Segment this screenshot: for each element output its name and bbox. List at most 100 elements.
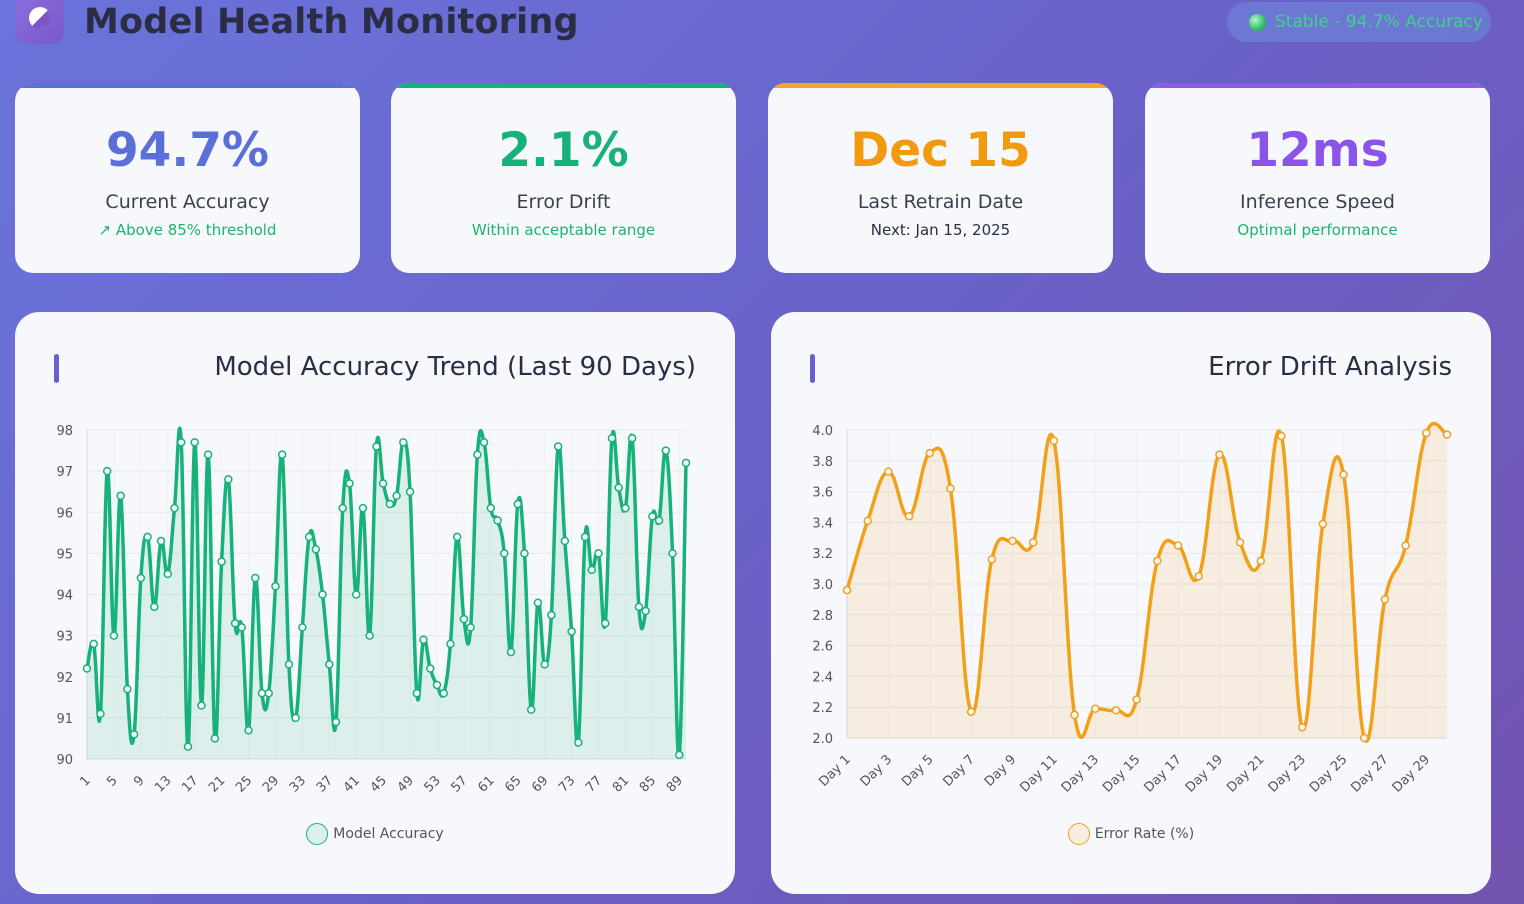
data-point bbox=[540, 660, 549, 669]
data-point bbox=[203, 450, 213, 459]
data-point bbox=[237, 623, 247, 632]
data-point bbox=[1422, 428, 1431, 438]
data-point bbox=[842, 585, 852, 595]
data-point bbox=[277, 450, 287, 459]
data-point bbox=[210, 734, 220, 743]
data-point bbox=[392, 491, 401, 501]
data-point bbox=[452, 532, 462, 542]
data-point bbox=[190, 438, 199, 447]
data-point bbox=[1277, 431, 1286, 441]
chart-legend[interactable]: Model Accuracy bbox=[15, 823, 735, 845]
x-tick-label: 73 bbox=[556, 773, 578, 795]
data-point bbox=[479, 438, 489, 447]
y-tick-label: 3.8 bbox=[812, 455, 833, 470]
page-title: Model Health Monitoring bbox=[84, 2, 579, 42]
x-tick-label: 9 bbox=[131, 773, 147, 789]
y-tick-label: 3.0 bbox=[812, 578, 833, 593]
x-tick-label: 53 bbox=[421, 773, 443, 795]
data-point bbox=[1111, 706, 1121, 715]
data-point bbox=[904, 511, 914, 521]
data-point bbox=[863, 516, 872, 526]
metric-subtext: Within acceptable range bbox=[471, 221, 656, 239]
legend-swatch bbox=[1067, 823, 1090, 845]
data-point bbox=[298, 623, 307, 632]
data-point bbox=[96, 709, 105, 719]
data-point bbox=[614, 483, 623, 492]
data-point bbox=[170, 503, 179, 513]
error-drift-chart[interactable]: 2.02.22.42.62.83.03.23.43.63.84.0Day 1 Da… bbox=[771, 312, 1491, 894]
data-point bbox=[459, 614, 469, 624]
y-tick-label: 94 bbox=[56, 589, 73, 604]
metric-value: 94.7% bbox=[105, 123, 270, 178]
data-point bbox=[82, 664, 92, 673]
y-tick-label: 92 bbox=[56, 671, 73, 686]
data-point bbox=[1028, 538, 1038, 547]
x-tick-label: Day 13 bbox=[1059, 752, 1102, 795]
y-tick-label: 2.4 bbox=[812, 670, 833, 685]
data-point bbox=[648, 512, 657, 521]
data-point bbox=[946, 484, 955, 493]
metric-subtext: ↗ Above 85% threshold bbox=[98, 221, 277, 239]
metric-card-retrain-date: Dec 15 Last Retrain Date Next: Jan 15, 2… bbox=[768, 83, 1113, 273]
data-point bbox=[1359, 733, 1369, 743]
data-point bbox=[567, 627, 576, 636]
data-point bbox=[493, 516, 502, 525]
data-point bbox=[641, 606, 650, 616]
data-point bbox=[513, 499, 522, 509]
accuracy-chart-panel: Model Accuracy Trend (Last 90 Days) 90 91… bbox=[15, 312, 735, 894]
data-point bbox=[533, 598, 543, 607]
data-point bbox=[150, 602, 159, 612]
y-tick-label: 2.8 bbox=[812, 609, 833, 624]
x-tick-label: 77 bbox=[583, 773, 605, 795]
data-point bbox=[560, 536, 570, 546]
data-point bbox=[345, 479, 354, 488]
y-tick-label: 96 bbox=[56, 506, 73, 521]
data-point bbox=[1091, 704, 1100, 713]
x-tick-label: 13 bbox=[152, 773, 174, 795]
card-top-bar bbox=[391, 83, 736, 88]
x-tick-label: 65 bbox=[502, 773, 524, 795]
data-point bbox=[1318, 519, 1328, 529]
status-text: Stable - 94.7% Accuracy bbox=[1275, 12, 1483, 32]
x-tick-label: Day 11 bbox=[1017, 752, 1060, 795]
legend-label: Model Accuracy bbox=[333, 826, 444, 842]
y-tick-label: 3.2 bbox=[812, 547, 833, 562]
metric-label: Inference Speed bbox=[1240, 191, 1395, 213]
data-point bbox=[1442, 430, 1452, 439]
chart-legend[interactable]: Error Rate (%) bbox=[771, 823, 1491, 845]
metric-label: Current Accuracy bbox=[105, 191, 270, 213]
data-point bbox=[425, 664, 435, 673]
series-area bbox=[847, 423, 1447, 742]
data-point bbox=[304, 532, 314, 542]
data-point bbox=[163, 569, 173, 579]
data-point bbox=[129, 730, 139, 739]
x-tick-label: 41 bbox=[341, 773, 363, 795]
x-tick-label: 21 bbox=[206, 773, 228, 795]
metric-value: 12ms bbox=[1246, 123, 1389, 178]
x-tick-label: Day 21 bbox=[1224, 752, 1267, 795]
data-point bbox=[600, 619, 610, 628]
y-tick-label: 3.6 bbox=[812, 486, 833, 501]
data-point bbox=[966, 707, 976, 717]
card-top-bar bbox=[15, 83, 360, 88]
half-circle-logo-icon bbox=[16, 0, 64, 44]
data-point bbox=[580, 532, 590, 542]
y-tick-label: 2.2 bbox=[812, 701, 833, 716]
metric-card-inference-speed: 12ms Inference Speed Optimal performance bbox=[1145, 83, 1490, 273]
x-tick-label: 45 bbox=[368, 773, 390, 795]
y-tick-label: 97 bbox=[56, 465, 73, 480]
metric-label: Error Drift bbox=[516, 191, 611, 213]
x-tick-label: 81 bbox=[610, 773, 632, 795]
x-tick-label: 5 bbox=[104, 773, 120, 789]
accuracy-chart[interactable]: 90 91 92 93 94 95 96 97 98 1 5 9 13 17 21 25 29 33 37 41 45 4… bbox=[15, 312, 735, 894]
data-point bbox=[547, 610, 556, 620]
status-badge: Stable - 94.7% Accuracy bbox=[1227, 2, 1491, 42]
status-dot-icon bbox=[1249, 13, 1266, 31]
x-tick-label: Day 29 bbox=[1390, 752, 1433, 795]
data-point bbox=[668, 549, 677, 558]
data-point bbox=[466, 623, 475, 632]
x-tick-label: 89 bbox=[664, 773, 686, 795]
data-point bbox=[338, 503, 348, 513]
x-tick-label: 37 bbox=[314, 773, 336, 795]
y-tick-label: 2.6 bbox=[812, 640, 833, 655]
